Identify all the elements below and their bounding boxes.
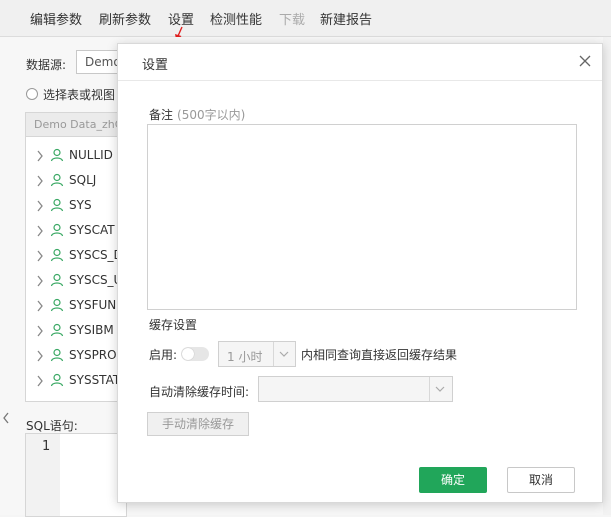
tree-item[interactable]: SYSSTAT — [36, 373, 120, 393]
tree-item[interactable]: SQLJ — [36, 173, 96, 193]
user-icon — [50, 223, 64, 237]
note-hint: (500字以内) — [177, 108, 246, 122]
tree-item-label: SYSCS_U — [69, 273, 123, 287]
tree-item[interactable]: SYSFUN — [36, 298, 116, 318]
tree-item[interactable]: SYSIBM — [36, 323, 114, 343]
cache-duration-select[interactable]: 1 小时 — [218, 341, 296, 367]
user-icon — [50, 323, 64, 337]
tree-item[interactable]: SYSCS_U — [36, 273, 122, 293]
tree-item-label: SYSCS_D — [69, 248, 123, 262]
tree-item-label: SYSCAT — [69, 223, 115, 237]
tree-item[interactable]: SYSCAT — [36, 223, 115, 243]
chevron-right-icon[interactable] — [36, 250, 44, 262]
view-option-label: 选择表或视图 — [43, 88, 116, 102]
tree-item-label: SYSFUN — [69, 298, 117, 312]
tree-item[interactable]: SYS — [36, 198, 92, 218]
note-textarea[interactable] — [147, 124, 577, 310]
sql-editor[interactable]: 1 — [25, 433, 127, 517]
chevron-right-icon[interactable] — [36, 225, 44, 237]
toolbar-check-performance[interactable]: 检测性能 — [210, 9, 262, 28]
tree-item-label: NULLID — [69, 148, 113, 162]
select-divider — [429, 377, 430, 401]
collapse-handle[interactable] — [2, 412, 14, 442]
tree-item-label: SYSSTAT — [69, 373, 121, 387]
chevron-right-icon[interactable] — [36, 200, 44, 212]
cancel-button[interactable]: 取消 — [507, 467, 575, 493]
select-divider — [273, 342, 274, 366]
toolbar-new-report[interactable]: 新建报告 — [320, 9, 372, 28]
settings-dialog: 设置 备注 (500字以内) 缓存设置 启用: 1 小时 内相同查询直接返回缓存结… — [117, 43, 603, 503]
sql-gutter: 1 — [26, 434, 60, 516]
user-icon — [50, 373, 64, 387]
user-icon — [50, 298, 64, 312]
chevron-right-icon[interactable] — [36, 325, 44, 337]
tree-item[interactable]: SYSCS_D — [36, 248, 123, 268]
user-icon — [50, 173, 64, 187]
chevron-right-icon[interactable] — [36, 350, 44, 362]
close-icon[interactable] — [578, 54, 592, 68]
tree-item-label: SQLJ — [69, 173, 97, 187]
view-option[interactable]: 选择表或视图 — [26, 86, 115, 103]
auto-clear-select[interactable] — [258, 376, 453, 402]
cache-duration-suffix: 内相同查询直接返回缓存结果 — [301, 348, 458, 362]
toggle-knob — [182, 348, 194, 360]
tree-header: Demo Data_zhCN — [26, 113, 126, 137]
clear-cache-button[interactable]: 手动清除缓存 — [147, 412, 249, 436]
line-number: 1 — [42, 439, 51, 454]
chevron-right-icon[interactable] — [36, 300, 44, 312]
cache-enable-toggle[interactable] — [181, 347, 209, 361]
chevron-right-icon[interactable] — [36, 150, 44, 162]
toolbar: 编辑参数 刷新参数 设置 检测性能 下载 新建报告 — [0, 0, 611, 37]
user-icon — [50, 148, 64, 162]
toolbar-refresh-params[interactable]: 刷新参数 — [99, 9, 151, 28]
user-icon — [50, 198, 64, 212]
datasource-label: 数据源: — [26, 58, 67, 72]
tree-item[interactable]: SYSPROC — [36, 348, 125, 368]
auto-clear-label: 自动清除缓存时间: — [149, 385, 250, 399]
tree-item[interactable]: NULLID — [36, 148, 113, 168]
user-icon — [50, 248, 64, 262]
cache-settings-title: 缓存设置 — [149, 318, 198, 332]
ok-button[interactable]: 确定 — [419, 467, 487, 493]
user-icon — [50, 273, 64, 287]
right-strip — [603, 37, 611, 515]
tree-item-label: SYS — [69, 198, 92, 212]
chevron-left-icon[interactable] — [2, 412, 10, 424]
note-label-text: 备注 — [149, 108, 174, 122]
chevron-right-icon[interactable] — [36, 175, 44, 187]
enable-label: 启用: — [149, 348, 178, 362]
toolbar-edit-params[interactable]: 编辑参数 — [30, 9, 82, 28]
chevron-down-icon[interactable] — [435, 385, 445, 393]
dialog-header: 设置 — [118, 44, 602, 81]
user-icon — [50, 348, 64, 362]
chevron-down-icon[interactable] — [279, 350, 289, 358]
note-label: 备注 (500字以内) — [149, 106, 245, 123]
toolbar-download[interactable]: 下载 — [279, 9, 305, 28]
chevron-right-icon[interactable] — [36, 375, 44, 387]
chevron-right-icon[interactable] — [36, 275, 44, 287]
sql-label: SQL语句: — [26, 419, 78, 433]
tree-item-label: SYSIBM — [69, 323, 114, 337]
radio-icon[interactable] — [26, 88, 38, 100]
cache-duration-value: 1 小时 — [227, 350, 263, 364]
dialog-title: 设置 — [142, 58, 169, 73]
